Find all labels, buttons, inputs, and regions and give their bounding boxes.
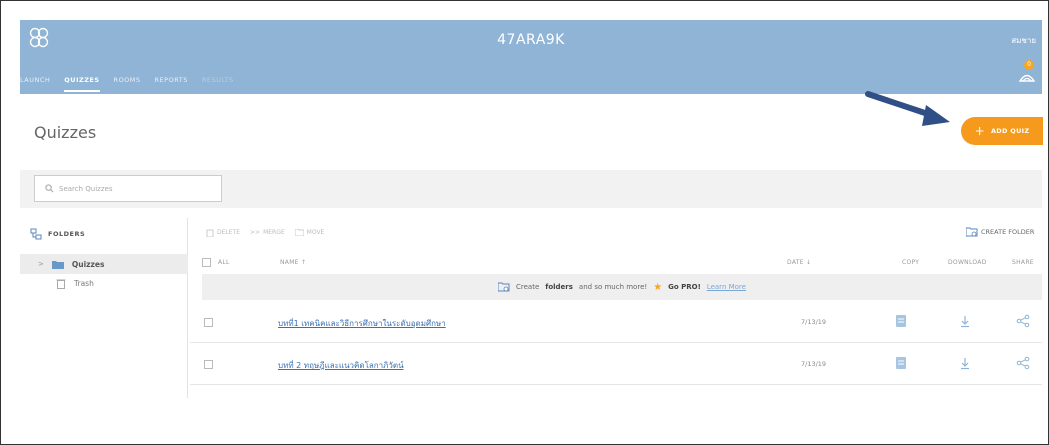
move-button[interactable]: MOVE [294, 229, 325, 236]
table-header: ALL NAME ↑ DATE ↓ COPY DOWNLOAD SHARE [190, 253, 1042, 273]
header-download: DOWNLOAD [948, 259, 987, 266]
row-checkbox[interactable] [204, 318, 213, 327]
main-nav: LAUNCH QUIZZES ROOMS REPORTS RESULTS [20, 76, 248, 92]
sidebar-item-label: Quizzes [71, 259, 105, 269]
plus-icon: + [974, 124, 985, 138]
merge-button[interactable]: >> MERGE [250, 229, 285, 236]
trash-icon [56, 279, 66, 289]
go-pro-banner: Create folders and so much more! ★ Go PR… [202, 274, 1042, 300]
create-folder-button[interactable]: CREATE FOLDER [966, 227, 1034, 237]
search-input[interactable]: Search Quizzes [34, 175, 222, 202]
download-icon[interactable] [958, 356, 972, 370]
header-all: ALL [218, 259, 230, 266]
star-icon: ★ [653, 281, 663, 293]
add-folder-icon [966, 227, 978, 237]
add-folder-icon [498, 282, 510, 292]
delete-label: DELETE [217, 229, 241, 236]
quiz-date: 7/13/19 [801, 360, 827, 368]
notification-badge: 0 [1024, 60, 1034, 70]
merge-icon: >> [250, 229, 261, 236]
trash-icon [206, 229, 214, 237]
add-quiz-label: ADD QUIZ [990, 127, 1030, 135]
sidebar-item-trash[interactable]: Trash [56, 278, 94, 289]
nav-reports[interactable]: REPORTS [155, 76, 202, 92]
table-row: บทที่ 2 ทฤษฎีและแนวคิดโลกาภิวัตน์ 7/13/1… [190, 343, 1042, 385]
search-bar-area: Search Quizzes [20, 170, 1042, 208]
download-icon[interactable] [958, 314, 972, 328]
nav-quizzes[interactable]: QUIZZES [64, 76, 100, 92]
learn-more-link[interactable]: Learn More [707, 283, 746, 291]
promo-bold: folders [545, 283, 573, 291]
folders-label: FOLDERS [48, 230, 86, 238]
share-icon[interactable] [1016, 356, 1030, 370]
chevron-right-icon[interactable]: > [38, 260, 44, 268]
move-label: MOVE [306, 229, 325, 236]
quiz-name-link[interactable]: บทที่ 2 ทฤษฎีและแนวคิดโลกาภิวัตน์ [278, 359, 404, 372]
search-icon [45, 184, 54, 193]
promo-text-after: and so much more! [578, 283, 648, 291]
nav-results[interactable]: RESULTS [202, 76, 248, 92]
folders-tree-icon [30, 228, 42, 240]
page-title: Quizzes [34, 123, 97, 142]
go-pro-label: Go PRO! [668, 283, 701, 291]
header-name[interactable]: NAME ↑ [280, 259, 306, 266]
add-quiz-button[interactable]: + ADD QUIZ [961, 117, 1043, 145]
create-folder-label: CREATE FOLDER [981, 228, 1035, 236]
room-name: 47ARA9K [497, 32, 565, 48]
share-icon[interactable] [1016, 314, 1030, 328]
header-copy: COPY [902, 259, 920, 266]
quiz-toolbar: DELETE >> MERGE MOVE [206, 228, 324, 237]
delete-button[interactable]: DELETE [206, 228, 240, 237]
nav-rooms[interactable]: ROOMS [114, 76, 155, 92]
header-date[interactable]: DATE ↓ [787, 259, 811, 266]
copy-icon[interactable] [894, 314, 908, 328]
table-row: บทที่1 เทคนิคและวิธีการศึกษาในระดับอุดมศ… [190, 301, 1042, 343]
folders-header: FOLDERS [30, 228, 85, 240]
sidebar-item-quizzes[interactable]: > Quizzes [20, 254, 188, 274]
top-header: 47ARA9K สมชาย LAUNCH QUIZZES ROOMS REPOR… [20, 20, 1042, 94]
row-checkbox[interactable] [204, 360, 213, 369]
header-share: SHARE [1012, 259, 1034, 266]
search-placeholder: Search Quizzes [59, 184, 113, 193]
folders-sidebar: FOLDERS > Quizzes Trash [20, 218, 188, 398]
copy-icon[interactable] [894, 356, 908, 370]
merge-label: MERGE [263, 229, 285, 236]
annotation-arrow-icon [865, 91, 950, 126]
promo-text-before: Create [516, 283, 540, 291]
select-all-checkbox[interactable] [202, 258, 211, 267]
nav-launch[interactable]: LAUNCH [20, 76, 64, 92]
quiz-name-link[interactable]: บทที่1 เทคนิคและวิธีการศึกษาในระดับอุดมศ… [278, 317, 446, 330]
user-name[interactable]: สมชาย [1011, 34, 1036, 47]
quiz-date: 7/13/19 [801, 318, 827, 326]
folder-icon [51, 260, 64, 269]
sidebar-item-label: Trash [74, 279, 94, 288]
move-folder-icon [294, 229, 304, 236]
